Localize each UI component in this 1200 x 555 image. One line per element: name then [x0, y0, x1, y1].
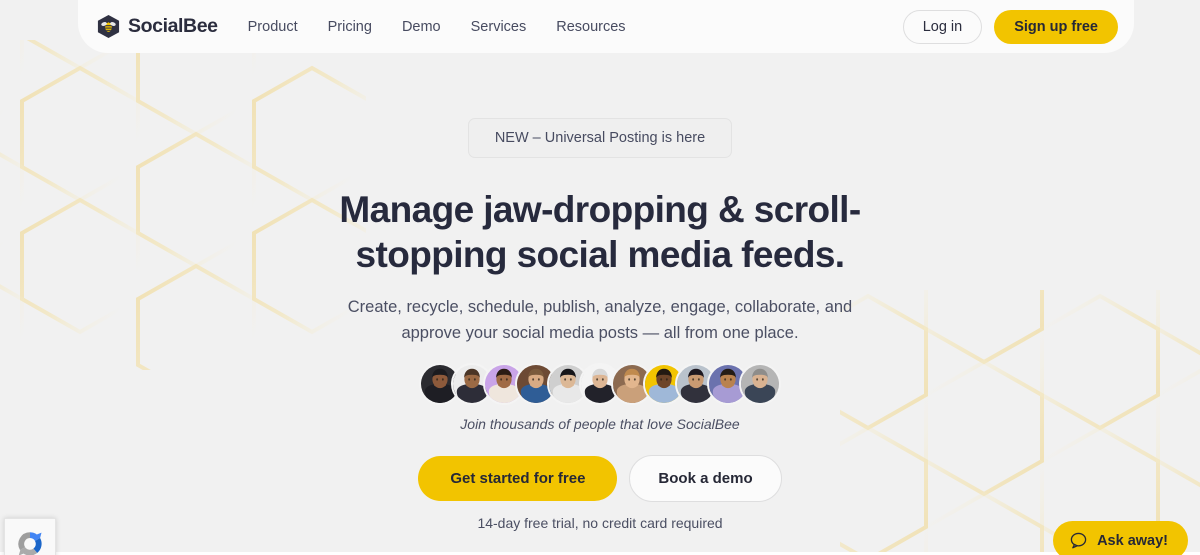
- new-feature-badge[interactable]: NEW – Universal Posting is here: [467, 118, 733, 158]
- recaptcha-logo-icon: [12, 526, 48, 555]
- chat-widget-button[interactable]: Ask away!: [1053, 521, 1188, 555]
- brand-logo[interactable]: SocialBee: [96, 14, 218, 39]
- hero-subheadline: Create, recycle, schedule, publish, anal…: [347, 298, 853, 342]
- nav-link-product[interactable]: Product: [248, 19, 298, 35]
- login-button[interactable]: Log in: [902, 9, 983, 44]
- main-navigation-bar: SocialBee Product Pricing Demo Services …: [78, 0, 1134, 53]
- nav-actions: Log in Sign up free: [902, 9, 1118, 44]
- avatar-group: [419, 363, 781, 405]
- book-demo-button[interactable]: Book a demo: [629, 455, 782, 502]
- chat-bubble-icon: [1069, 531, 1088, 550]
- brand-name: SocialBee: [128, 15, 218, 37]
- recaptcha-badge[interactable]: [4, 518, 56, 555]
- get-started-button[interactable]: Get started for free: [418, 456, 618, 501]
- hero-section: NEW – Universal Posting is here Manage j…: [0, 53, 1200, 555]
- nav-link-pricing[interactable]: Pricing: [328, 19, 372, 35]
- nav-link-services[interactable]: Services: [471, 19, 527, 35]
- avatar-group-caption: Join thousands of people that love Socia…: [460, 416, 740, 432]
- nav-link-demo[interactable]: Demo: [402, 19, 441, 35]
- avatar: [739, 363, 781, 405]
- page-root: SocialBee Product Pricing Demo Services …: [0, 0, 1200, 555]
- bee-hexagon-logo-icon: [96, 14, 121, 39]
- nav-links: Product Pricing Demo Services Resources: [248, 19, 626, 35]
- page-title: Manage jaw-dropping & scroll-stopping so…: [339, 189, 861, 275]
- nav-link-resources[interactable]: Resources: [556, 19, 625, 35]
- signup-button[interactable]: Sign up free: [994, 9, 1118, 44]
- free-trial-note: 14-day free trial, no credit card requir…: [477, 515, 723, 531]
- chat-widget-label: Ask away!: [1097, 532, 1168, 549]
- cta-button-row: Get started for free Book a demo: [418, 455, 782, 502]
